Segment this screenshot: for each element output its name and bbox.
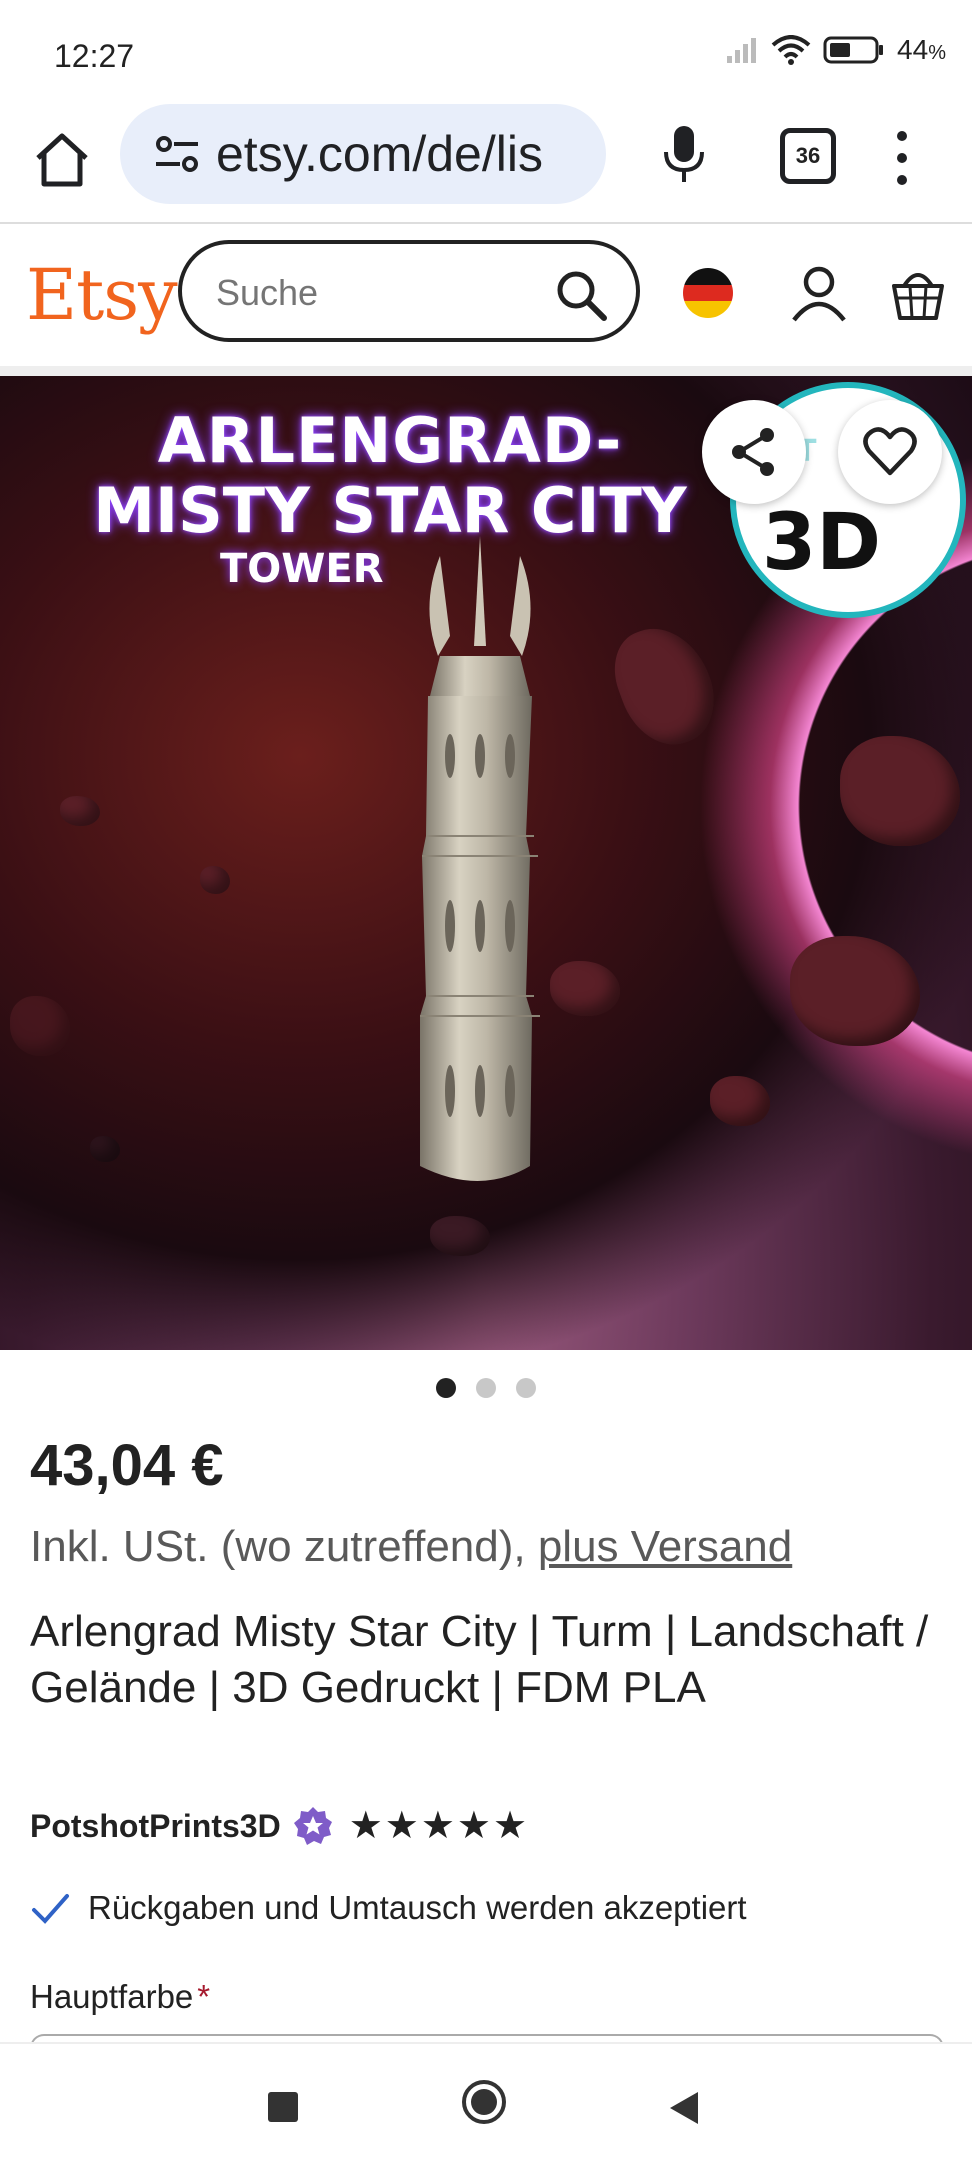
status-icons: 44% — [725, 34, 946, 66]
signal-icon — [727, 38, 757, 63]
search-icon[interactable] — [554, 268, 608, 322]
option-label: Hauptfarbe * — [30, 1978, 210, 2016]
status-bar: 12:27 44% — [0, 0, 972, 112]
carousel-dot[interactable] — [476, 1378, 496, 1398]
star-icon: ★ — [348, 1805, 383, 1847]
shipping-link[interactable]: plus Versand — [538, 1522, 792, 1571]
favorite-button[interactable] — [838, 400, 942, 504]
nav-home-icon[interactable] — [460, 2078, 508, 2126]
product-title: Arlengrad Misty Star City | Turm | Lands… — [30, 1607, 929, 1712]
battery-icon — [823, 36, 884, 64]
tab-count: 36 — [795, 143, 821, 168]
hero-title-line1: ARLENGRAD- — [157, 404, 623, 477]
returns-text: Rückgaben und Umtausch werden akzeptiert — [88, 1889, 747, 1926]
tower-model-image — [420, 536, 540, 1181]
asteroid — [10, 996, 70, 1056]
asteroid — [710, 1076, 770, 1126]
battery-level: 44 — [897, 34, 929, 65]
flag-de-icon[interactable] — [683, 268, 733, 318]
badge-3d-text: 3D — [762, 498, 882, 588]
asteroid — [602, 614, 728, 758]
nav-back-icon[interactable] — [664, 2088, 704, 2128]
star-icon: ★ — [493, 1805, 528, 1847]
system-nav-bar — [0, 2042, 972, 2162]
asteroid — [430, 1216, 490, 1256]
asteroid — [60, 796, 100, 826]
star-seller-icon — [293, 1807, 332, 1845]
tax-note-text: Inkl. USt. (wo zutreffend), — [30, 1522, 538, 1571]
tab-switcher-icon[interactable]: 36 — [780, 128, 836, 184]
home-icon[interactable] — [30, 128, 94, 192]
basket-icon[interactable] — [890, 264, 946, 322]
url-text: etsy.com/de/lis — [216, 126, 543, 182]
star-icon: ★ — [456, 1805, 491, 1847]
browser-toolbar: etsy.com/de/lis 36 — [0, 100, 972, 222]
user-icon[interactable] — [790, 264, 848, 322]
nav-recents-icon[interactable] — [268, 2092, 298, 2122]
share-button[interactable] — [702, 400, 806, 504]
option-label-text: Hauptfarbe — [30, 1978, 194, 2015]
address-bar[interactable]: etsy.com/de/lis — [120, 104, 606, 204]
search-box[interactable] — [178, 240, 640, 342]
search-input[interactable] — [214, 266, 548, 320]
site-header: Etsy — [0, 224, 972, 372]
header-separator — [0, 366, 972, 376]
carousel-dot[interactable] — [516, 1378, 536, 1398]
star-icon: ★ — [420, 1805, 455, 1847]
wifi-icon — [771, 35, 811, 65]
asteroid — [90, 1136, 120, 1162]
product-image[interactable]: ARLENGRAD- MISTY STAR CITY TOWER T 3D — [0, 376, 972, 1350]
overflow-menu-icon[interactable] — [894, 128, 910, 188]
shop-name-link[interactable]: PotshotPrints3D — [30, 1808, 281, 1845]
asteroid — [840, 736, 960, 846]
hero-title-line3: TOWER — [220, 546, 384, 592]
product-price: 43,04 € — [30, 1433, 224, 1498]
shop-info: PotshotPrints3D ★ ★ ★ ★ ★ — [30, 1806, 529, 1846]
share-icon — [732, 428, 774, 476]
rating-stars[interactable]: ★ ★ ★ ★ ★ — [349, 1807, 529, 1845]
mic-icon[interactable] — [660, 122, 708, 186]
tax-note: Inkl. USt. (wo zutreffend), plus Versand — [30, 1522, 792, 1572]
etsy-logo[interactable]: Etsy — [26, 254, 178, 336]
required-marker: * — [197, 1978, 211, 2015]
carousel-dot[interactable] — [436, 1378, 456, 1398]
star-icon: ★ — [384, 1805, 419, 1847]
site-settings-icon[interactable] — [154, 134, 200, 174]
check-icon — [32, 1894, 69, 1924]
battery-unit: % — [928, 42, 946, 64]
heart-icon — [863, 427, 917, 476]
asteroid — [790, 936, 920, 1046]
status-time: 12:27 — [54, 38, 135, 74]
returns-info: Rückgaben und Umtausch werden akzeptiert — [30, 1888, 747, 1928]
asteroid — [200, 866, 230, 894]
carousel-indicator — [436, 1378, 536, 1398]
